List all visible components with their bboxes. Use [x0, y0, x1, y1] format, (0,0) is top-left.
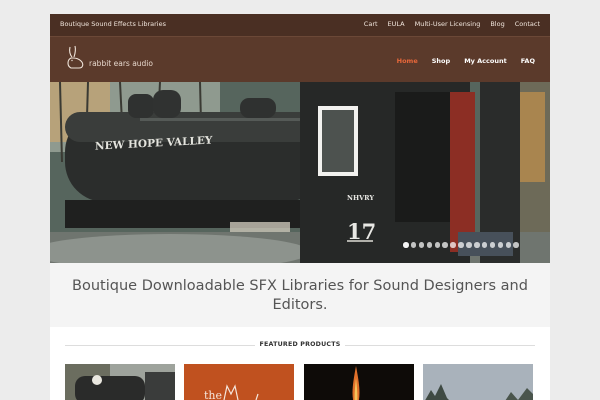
main-nav: Home Shop My Account FAQ: [397, 57, 535, 65]
blog-link[interactable]: Blog: [490, 20, 504, 28]
slider-dot[interactable]: [497, 242, 504, 248]
product-image-1: [65, 364, 175, 400]
slider-dot[interactable]: [403, 242, 409, 248]
site-logo[interactable]: rabbit ears audio: [64, 45, 153, 71]
product-thumb-2[interactable]: the: [184, 364, 294, 400]
cart-link[interactable]: Cart: [364, 20, 378, 28]
logo-text: rabbit ears audio: [89, 59, 153, 68]
product-thumb-4[interactable]: [423, 364, 533, 400]
slider-dot[interactable]: [418, 242, 425, 248]
slider-dot[interactable]: [450, 242, 456, 248]
rabbit-icon: [67, 45, 84, 69]
page-headline: Boutique Downloadable SFX Libraries for …: [72, 278, 528, 313]
hero-image: NEW HOPE VALLEY NHVRY 17: [50, 82, 550, 263]
product-image-2: the: [184, 364, 294, 400]
nav-faq[interactable]: FAQ: [521, 57, 535, 65]
featured-products: FEATURED PRODUCTS the: [50, 327, 550, 400]
product-thumb-3[interactable]: [304, 364, 414, 400]
top-bar: Boutique Sound Effects Libraries Cart EU…: [50, 14, 550, 36]
slider-dot[interactable]: [426, 242, 433, 248]
product-thumb-1[interactable]: [65, 364, 175, 400]
headline-band: Boutique Downloadable SFX Libraries for …: [50, 263, 550, 327]
product-2-text: the: [204, 389, 222, 400]
header: rabbit ears audio Home Shop My Account F…: [50, 36, 550, 82]
slider-dot[interactable]: [505, 242, 512, 248]
site-tagline: Boutique Sound Effects Libraries: [60, 20, 166, 28]
hero-slider[interactable]: NEW HOPE VALLEY NHVRY 17: [50, 82, 550, 263]
nav-my-account[interactable]: My Account: [464, 57, 507, 65]
multi-user-licensing-link[interactable]: Multi-User Licensing: [415, 20, 481, 28]
nav-shop[interactable]: Shop: [432, 57, 450, 65]
slider-dot[interactable]: [434, 242, 441, 248]
slider-dot[interactable]: [513, 242, 519, 248]
eula-link[interactable]: EULA: [388, 20, 405, 28]
slider-dot[interactable]: [410, 242, 417, 248]
nav-home[interactable]: Home: [397, 57, 418, 65]
top-links: Cart EULA Multi-User Licensing Blog Cont…: [364, 20, 540, 28]
slider-dot[interactable]: [466, 242, 472, 248]
product-image-3: [304, 364, 414, 400]
contact-link[interactable]: Contact: [515, 20, 540, 28]
slider-dot[interactable]: [442, 242, 448, 248]
product-image-4: [423, 364, 533, 400]
slider-dot[interactable]: [458, 242, 464, 248]
slider-dot[interactable]: [474, 242, 480, 248]
site-container: Boutique Sound Effects Libraries Cart EU…: [50, 14, 550, 400]
slider-pagination: [403, 242, 519, 248]
slider-dot[interactable]: [481, 242, 488, 248]
cab-lettering: NHVRY: [347, 194, 374, 202]
featured-products-title: FEATURED PRODUCTS: [259, 341, 341, 348]
slider-dot[interactable]: [489, 242, 496, 248]
